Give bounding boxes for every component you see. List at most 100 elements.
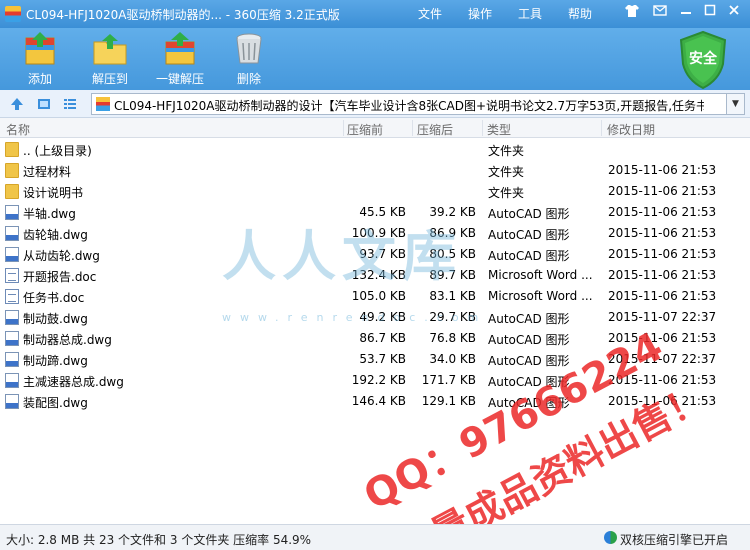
- file-name: 制动鼓.dwg: [23, 312, 88, 326]
- autocad-file-icon: [5, 394, 19, 409]
- menu-help[interactable]: 帮助: [568, 5, 592, 22]
- file-modified-date: 2015-11-06 21:53: [608, 205, 717, 219]
- engine-status[interactable]: 双核压缩引擎已开启: [620, 531, 728, 548]
- add-button[interactable]: 添加: [20, 32, 60, 87]
- column-divider: [412, 120, 413, 136]
- file-type: 文件夹: [488, 186, 525, 200]
- column-divider: [343, 120, 344, 136]
- file-name: 半轴.dwg: [23, 207, 76, 221]
- file-name: 任务书.doc: [23, 291, 85, 305]
- file-name: 装配图.dwg: [23, 396, 88, 410]
- autocad-file-icon: [5, 205, 19, 220]
- one-click-extract-label: 一键解压: [155, 72, 204, 86]
- file-size-before: 86.7 KB: [359, 331, 406, 345]
- file-name: 开题报告.doc: [23, 270, 97, 284]
- column-name[interactable]: 名称: [6, 121, 30, 138]
- file-size-after: 34.0 KB: [429, 352, 476, 366]
- status-summary: 大小: 2.8 MB 共 23 个文件和 3 个文件夹 压缩率 54.9%: [6, 533, 312, 547]
- title-bar: CL094-HFJ1020A驱动桥制动器的... - 360压缩 3.2正式版 …: [0, 0, 750, 28]
- file-size-after: 83.1 KB: [429, 289, 476, 303]
- address-bar: CL094-HFJ1020A驱动桥制动器的设计【汽车毕业设计含8张CAD图+说明…: [0, 90, 750, 118]
- close-icon[interactable]: [724, 4, 744, 22]
- extract-to-icon: [92, 32, 128, 66]
- watermark-url: www.renrendoc.com: [222, 311, 488, 324]
- file-name: 制动器总成.dwg: [23, 333, 112, 347]
- file-modified-date: 2015-11-06 21:53: [608, 268, 717, 282]
- file-type: Microsoft Word ...: [488, 289, 593, 303]
- feedback-icon[interactable]: [650, 4, 670, 22]
- file-type: AutoCAD 图形: [488, 207, 570, 221]
- thumbnail-view-icon[interactable]: [36, 96, 52, 112]
- security-shield-badge[interactable]: 安全: [677, 30, 729, 90]
- maximize-icon[interactable]: [700, 4, 720, 22]
- column-divider: [482, 120, 483, 136]
- autocad-file-icon: [5, 352, 19, 367]
- file-modified-date: 2015-11-06 21:53: [608, 163, 717, 177]
- file-modified-date: 2015-11-06 21:53: [608, 289, 717, 303]
- column-modified[interactable]: 修改日期: [607, 121, 655, 138]
- file-type: 文件夹: [488, 165, 525, 179]
- column-header: 名称 压缩前 压缩后 类型 修改日期: [0, 118, 750, 138]
- watermark-logo: 人人文库: [222, 225, 462, 288]
- file-size-before: 146.4 KB: [351, 394, 406, 408]
- word-document-icon: [5, 289, 19, 304]
- up-arrow-icon[interactable]: [9, 96, 25, 112]
- file-type: AutoCAD 图形: [488, 249, 570, 263]
- add-label: 添加: [27, 72, 52, 86]
- autocad-file-icon: [5, 331, 19, 346]
- file-name: 齿轮轴.dwg: [23, 228, 88, 242]
- menu-tools[interactable]: 工具: [518, 5, 542, 22]
- file-type: AutoCAD 图形: [488, 228, 570, 242]
- delete-button[interactable]: 删除: [230, 32, 268, 87]
- one-click-extract-icon: [162, 32, 198, 66]
- file-type: AutoCAD 图形: [488, 312, 570, 326]
- file-modified-date: 2015-11-07 22:37: [608, 310, 717, 324]
- file-size-after: 76.8 KB: [429, 331, 476, 345]
- autocad-file-icon: [5, 226, 19, 241]
- file-type: Microsoft Word ...: [488, 268, 593, 282]
- file-row[interactable]: 过程材料 文件夹 2015-11-06 21:53: [0, 160, 750, 181]
- folder-icon: [5, 184, 19, 199]
- path-text: CL094-HFJ1020A驱动桥制动器的设计【汽车毕业设计含8张CAD图+说明…: [114, 99, 704, 113]
- file-row[interactable]: .. (上级目录) 文件夹: [0, 139, 750, 160]
- file-name: .. (上级目录): [23, 144, 92, 158]
- file-name: 制动蹄.dwg: [23, 354, 88, 368]
- delete-label: 删除: [236, 72, 261, 86]
- column-size-before[interactable]: 压缩前: [347, 121, 383, 138]
- autocad-file-icon: [5, 373, 19, 388]
- minimize-icon[interactable]: [676, 4, 696, 22]
- word-document-icon: [5, 268, 19, 283]
- file-name: 设计说明书: [23, 186, 84, 200]
- folder-icon: [5, 142, 19, 157]
- add-archive-icon: [22, 32, 58, 66]
- file-modified-date: 2015-11-06 21:53: [608, 184, 717, 198]
- column-type[interactable]: 类型: [487, 121, 511, 138]
- menu-file[interactable]: 文件: [418, 5, 442, 22]
- file-size-after: 171.7 KB: [421, 373, 476, 387]
- skin-shirt-icon[interactable]: [622, 4, 642, 22]
- file-name: 从动齿轮.dwg: [23, 249, 100, 263]
- extract-to-label: 解压到: [91, 72, 128, 86]
- dual-core-engine-icon: [604, 531, 617, 544]
- autocad-file-icon: [5, 247, 19, 262]
- file-modified-date: 2015-11-06 21:53: [608, 247, 717, 261]
- column-size-after[interactable]: 压缩后: [417, 121, 453, 138]
- file-size-before: 192.2 KB: [351, 373, 406, 387]
- path-input[interactable]: CL094-HFJ1020A驱动桥制动器的设计【汽车毕业设计含8张CAD图+说明…: [91, 93, 727, 115]
- app-logo-icon: [5, 6, 21, 22]
- extract-to-button[interactable]: 解压到: [88, 32, 132, 87]
- one-click-extract-button[interactable]: 一键解压: [150, 32, 210, 87]
- file-type: 文件夹: [488, 144, 525, 158]
- menu-operate[interactable]: 操作: [468, 5, 492, 22]
- status-bar: 大小: 2.8 MB 共 23 个文件和 3 个文件夹 压缩率 54.9% 双核…: [0, 524, 750, 550]
- archive-file-icon: [96, 97, 110, 111]
- list-view-icon[interactable]: [62, 96, 78, 112]
- file-size-after: 129.1 KB: [421, 394, 476, 408]
- file-type: AutoCAD 图形: [488, 333, 570, 347]
- file-size-before: 53.7 KB: [359, 352, 406, 366]
- folder-icon: [5, 163, 19, 178]
- path-dropdown-chevron-down-icon[interactable]: ▼: [727, 93, 745, 115]
- autocad-file-icon: [5, 310, 19, 325]
- delete-trash-icon: [231, 32, 267, 66]
- file-row[interactable]: 设计说明书 文件夹 2015-11-06 21:53: [0, 181, 750, 202]
